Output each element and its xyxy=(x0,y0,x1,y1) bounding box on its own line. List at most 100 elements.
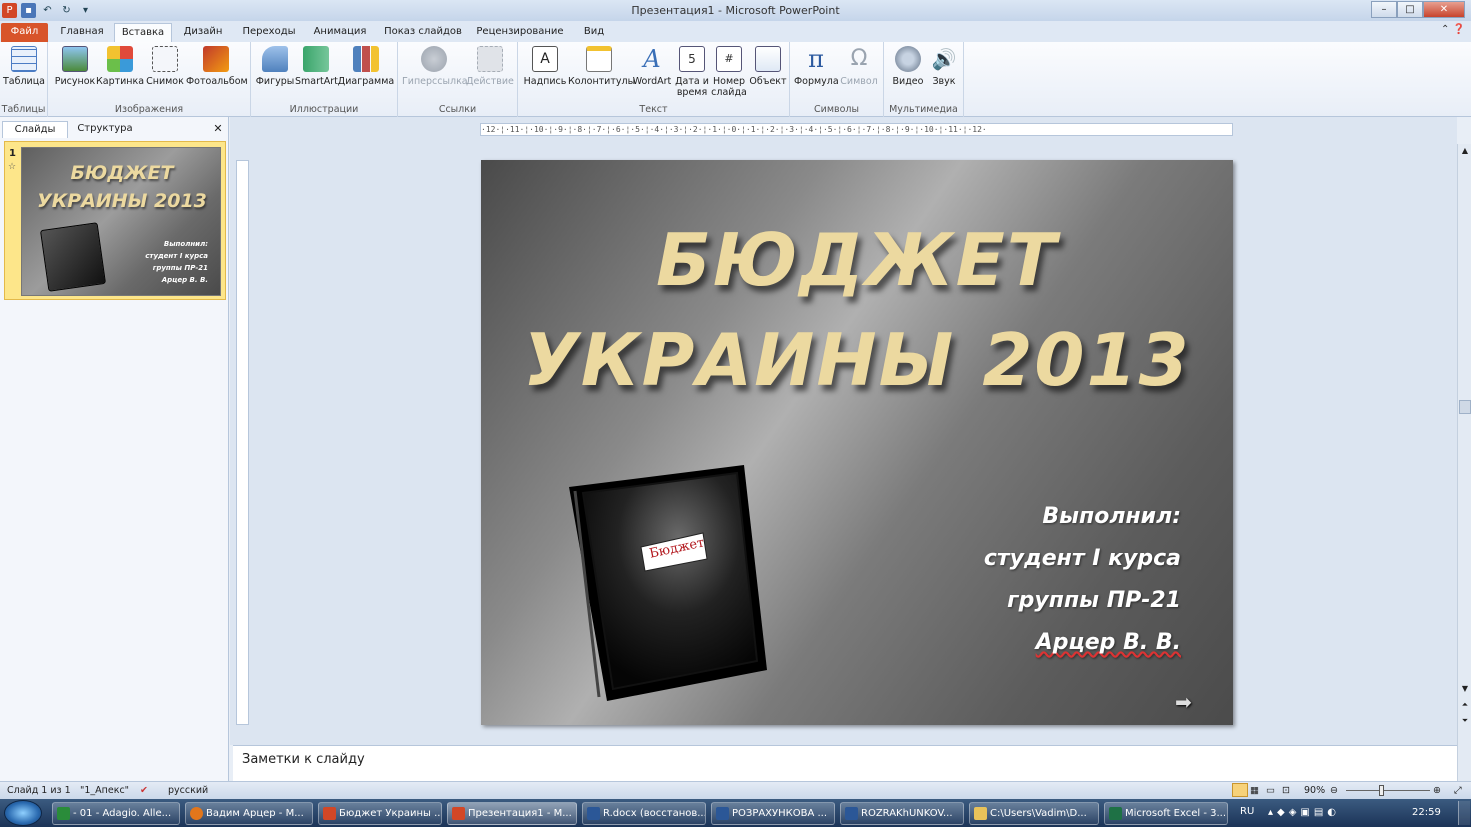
notes-pane[interactable] xyxy=(233,745,1457,781)
input-language[interactable]: RU xyxy=(1240,806,1254,817)
slide-subtitle-line2[interactable]: студент I курса xyxy=(984,546,1181,571)
group-illustrations: Фигуры SmartArt Диаграмма Иллюстрации xyxy=(251,42,398,117)
language-status[interactable]: русский xyxy=(168,782,208,799)
hyperlink-button[interactable]: Гиперссылка xyxy=(402,46,468,87)
slide-subtitle-line1[interactable]: Выполнил: xyxy=(1042,504,1181,529)
action-button[interactable]: Действие xyxy=(466,46,514,87)
video-icon xyxy=(895,46,921,72)
photo-album-button[interactable]: Фотоальбом xyxy=(186,46,248,87)
tab-design[interactable]: Дизайн xyxy=(176,23,230,42)
tab-home[interactable]: Главная xyxy=(52,23,112,42)
next-arrow-icon[interactable]: ➡ xyxy=(1175,690,1192,714)
slide-canvas[interactable]: БЮДЖЕТ УКРАИНЫ 2013 Выполнил: студент I … xyxy=(481,160,1233,725)
theme-name-status[interactable]: "1_Апекс" xyxy=(80,782,129,799)
tab-animation[interactable]: Анимация xyxy=(306,23,374,42)
minimize-button[interactable]: – xyxy=(1371,1,1397,18)
slide-thumbnail[interactable]: БЮДЖЕТ УКРАИНЫ 2013 Выполнил: студент I … xyxy=(21,147,221,296)
taskbar-item[interactable]: R.docx (восстанов... xyxy=(582,802,706,825)
normal-view-icon[interactable] xyxy=(1232,783,1248,797)
close-button[interactable]: ✕ xyxy=(1423,1,1465,18)
video-button[interactable]: Видео xyxy=(888,46,928,87)
taskbar-item[interactable]: Microsoft Excel - 3... xyxy=(1104,802,1228,825)
next-slide-icon[interactable]: ⏷ xyxy=(1459,716,1471,730)
system-tray-icons[interactable]: ▴◆◈▣▤◐ xyxy=(1268,807,1340,818)
scroll-up-icon[interactable]: ▲ xyxy=(1459,146,1471,158)
shapes-button[interactable]: Фигуры xyxy=(255,46,295,87)
tab-outline[interactable]: Структура xyxy=(70,121,140,138)
vertical-ruler xyxy=(236,160,249,725)
status-bar: Слайд 1 из 1 "1_Апекс" ✔ русский ▦ ▭ ⊡ 9… xyxy=(0,781,1471,799)
wordart-button[interactable]: A WordArt xyxy=(630,46,674,87)
textbox-button[interactable]: A Надпись xyxy=(522,46,568,87)
slideshow-view-icon[interactable]: ⊡ xyxy=(1282,782,1290,799)
folder-icon xyxy=(974,807,987,820)
close-pane-icon[interactable]: ✕ xyxy=(208,121,228,138)
picture-icon xyxy=(62,46,88,72)
firefox-icon xyxy=(190,807,203,820)
zoom-out-icon[interactable]: ⊖ xyxy=(1330,782,1338,799)
help-icon[interactable]: ⌃ ❓ xyxy=(1441,24,1465,35)
symbol-button[interactable]: Ω Символ xyxy=(838,46,880,87)
group-tables: Таблица Таблицы xyxy=(0,42,48,117)
book-graphic xyxy=(569,465,767,701)
zoom-slider[interactable] xyxy=(1346,790,1430,791)
date-time-button[interactable]: 5 Дата и время xyxy=(674,46,710,98)
tab-slideshow[interactable]: Показ слайдов xyxy=(380,23,466,42)
clock[interactable]: 22:59 xyxy=(1412,807,1441,818)
header-footer-button[interactable]: Колонтитулы xyxy=(568,46,635,87)
tab-view[interactable]: Вид xyxy=(574,23,614,42)
smartart-button[interactable]: SmartArt xyxy=(295,46,338,87)
taskbar-item[interactable]: - 01 - Adagio. Alle... xyxy=(52,802,180,825)
table-icon xyxy=(11,46,37,72)
budget-book-image[interactable]: Бюджет xyxy=(569,465,769,703)
taskbar-item[interactable]: Вадим Арцер - М... xyxy=(185,802,313,825)
tab-transitions[interactable]: Переходы xyxy=(236,23,302,42)
taskbar-item[interactable]: Бюджет Украины ... xyxy=(318,802,442,825)
zoom-level[interactable]: 90% xyxy=(1304,782,1325,799)
zoom-in-icon[interactable]: ⊕ xyxy=(1433,782,1441,799)
table-button[interactable]: Таблица xyxy=(2,46,46,87)
slide-subtitle-line4[interactable]: Арцер В. В. xyxy=(1036,630,1181,655)
clipart-button[interactable]: Картинка xyxy=(96,46,144,87)
vertical-scrollbar[interactable]: ▲ ▼ ⏶ ⏷ xyxy=(1457,144,1471,781)
tab-slides[interactable]: Слайды xyxy=(2,121,68,138)
spellcheck-icon[interactable]: ✔ xyxy=(140,782,148,799)
slide-subtitle-line3[interactable]: группы ПР-21 xyxy=(1007,588,1181,613)
audio-button[interactable]: 🔊 Звук xyxy=(928,46,960,87)
reading-view-icon[interactable]: ▭ xyxy=(1266,782,1275,799)
group-label: Мультимедиа xyxy=(889,104,958,115)
symbol-icon: Ω xyxy=(850,46,868,71)
tab-insert[interactable]: Вставка xyxy=(114,23,172,42)
thumb-title-line1: БЮДЖЕТ xyxy=(70,162,174,184)
notes-placeholder[interactable]: Заметки к слайду xyxy=(242,752,365,767)
scroll-down-icon[interactable]: ▼ xyxy=(1459,684,1471,696)
slide-title-line2[interactable]: УКРАИНЫ 2013 xyxy=(481,318,1233,402)
taskbar-item[interactable]: РОЗРАХУНКОВА ... xyxy=(711,802,835,825)
maximize-button[interactable]: □ xyxy=(1397,1,1423,18)
tab-file[interactable]: Файл xyxy=(1,23,48,42)
windows-taskbar: - 01 - Adagio. Alle... Вадим Арцер - М..… xyxy=(0,799,1471,827)
fit-to-window-icon[interactable]: ⤢ xyxy=(1454,782,1462,799)
previous-slide-icon[interactable]: ⏶ xyxy=(1459,700,1471,714)
tab-review[interactable]: Рецензирование xyxy=(472,23,568,42)
aimp-icon xyxy=(57,807,70,820)
chart-button[interactable]: Диаграмма xyxy=(337,46,395,87)
group-label: Изображения xyxy=(114,104,184,115)
scroll-thumb[interactable] xyxy=(1459,400,1471,414)
object-button[interactable]: Объект xyxy=(748,46,788,87)
show-desktop-button[interactable] xyxy=(1458,801,1470,825)
zoom-slider-handle[interactable] xyxy=(1379,785,1384,796)
equation-button[interactable]: π Формула xyxy=(794,46,839,87)
slide-number-button[interactable]: # Номер слайда xyxy=(710,46,748,98)
slide-sorter-icon[interactable]: ▦ xyxy=(1250,782,1259,799)
screenshot-button[interactable]: Снимок xyxy=(144,46,186,87)
start-button[interactable] xyxy=(4,800,42,826)
taskbar-item[interactable]: C:\Users\Vadim\D... xyxy=(969,802,1099,825)
slide-title-line1[interactable]: БЮДЖЕТ xyxy=(481,218,1233,302)
picture-button[interactable]: Рисунок xyxy=(54,46,96,87)
group-label: Символы xyxy=(814,104,859,115)
header-footer-icon xyxy=(586,46,612,72)
window-title: Презентация1 - Microsoft PowerPoint xyxy=(631,4,840,17)
taskbar-item[interactable]: ROZRAKhUNKOV... xyxy=(840,802,964,825)
taskbar-item-active[interactable]: Презентация1 - М... xyxy=(447,802,577,825)
